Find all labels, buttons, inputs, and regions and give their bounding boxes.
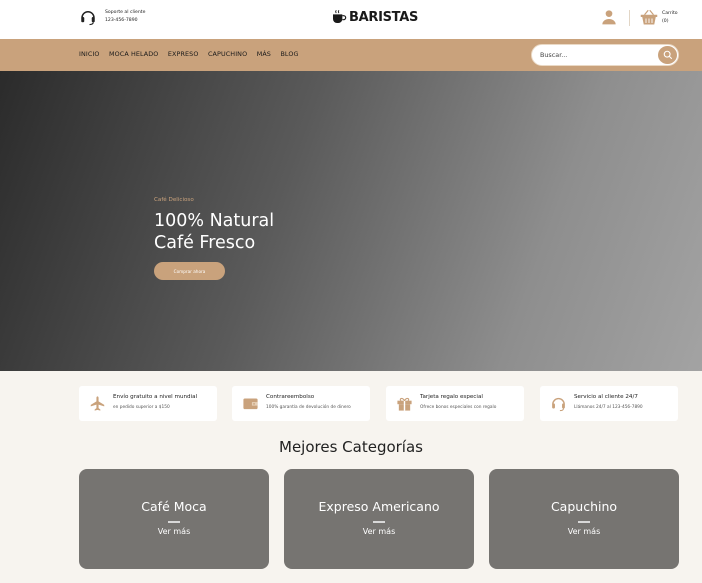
nav-item-inicio[interactable]: INICIO bbox=[79, 50, 100, 58]
category-name: Expreso Americano bbox=[318, 499, 440, 514]
brand-name: BARISTAS bbox=[349, 9, 419, 25]
wallet-icon bbox=[243, 398, 258, 410]
feature-title: Servicio al cliente 24/7 bbox=[574, 394, 638, 400]
category-see-more-link[interactable]: Ver más bbox=[79, 527, 269, 536]
support-label: Soporte al cliente bbox=[105, 10, 146, 15]
search-icon bbox=[663, 50, 672, 60]
category-divider bbox=[578, 521, 590, 523]
feature-cash-on-delivery: Contrareembolso 100% garantía de devoluc… bbox=[232, 386, 370, 421]
cart-link[interactable]: Carrito (0) bbox=[662, 10, 678, 26]
cart-count: (0) bbox=[662, 19, 669, 24]
category-divider bbox=[373, 521, 385, 523]
category-card-expreso-americano[interactable]: Expreso Americano Ver más bbox=[284, 469, 474, 569]
search-box bbox=[531, 44, 679, 66]
feature-subtitle: 100% garantía de devolución de dinero bbox=[266, 405, 351, 410]
feature-subtitle: Llámanos 24/7 al 123-456-7890 bbox=[574, 405, 643, 410]
main-nav: INICIO MOCA HELADO EXPRESO CAPUCHINO MÁS… bbox=[79, 50, 308, 58]
hero-banner: Café Delicioso 100% Natural Café Fresco … bbox=[0, 71, 702, 371]
gift-icon bbox=[397, 397, 412, 411]
search-input[interactable] bbox=[540, 49, 655, 61]
customer-support[interactable]: Soporte al cliente 123-456-7890 bbox=[79, 8, 145, 26]
category-card-cafe-moca[interactable]: Café Moca Ver más bbox=[79, 469, 269, 569]
category-see-more-link[interactable]: Ver más bbox=[489, 527, 679, 536]
category-see-more-link[interactable]: Ver más bbox=[284, 527, 474, 536]
feature-gift-card: Tarjeta regalo especial Ofrece bonos esp… bbox=[386, 386, 524, 421]
feature-subtitle: Ofrece bonos especiales con regalo bbox=[420, 405, 497, 410]
airplane-icon bbox=[90, 396, 105, 411]
category-card-capuchino[interactable]: Capuchino Ver más bbox=[489, 469, 679, 569]
feature-subtitle: en pedido superior a $150 bbox=[113, 405, 170, 410]
nav-item-mas[interactable]: MÁS bbox=[257, 50, 271, 58]
hero-title-line-1: 100% Natural bbox=[154, 211, 275, 231]
categories-heading: Mejores Categorías bbox=[279, 438, 423, 456]
brand-logo[interactable]: BARISTAS bbox=[331, 9, 418, 25]
category-name: Café Moca bbox=[141, 499, 207, 514]
category-name: Capuchino bbox=[550, 499, 618, 514]
feature-title: Contrareembolso bbox=[266, 394, 315, 400]
header-divider bbox=[629, 10, 630, 26]
nav-item-moca-helado[interactable]: MOCA HELADO bbox=[109, 50, 158, 58]
support-phone: 123-456-7890 bbox=[105, 18, 138, 23]
hero-title-line-2: Café Fresco bbox=[154, 233, 256, 253]
nav-item-capuchino[interactable]: CAPUCHINO bbox=[208, 50, 247, 58]
basket-icon[interactable] bbox=[640, 8, 658, 26]
nav-item-expreso[interactable]: EXPRESO bbox=[168, 50, 199, 58]
top-bar: Soporte al cliente 123-456-7890 BARISTAS… bbox=[0, 0, 702, 39]
feature-title: Tarjeta regalo especial bbox=[420, 394, 483, 400]
main-nav-bar: INICIO MOCA HELADO EXPRESO CAPUCHINO MÁS… bbox=[0, 39, 702, 71]
hero-title: 100% Natural Café Fresco bbox=[154, 210, 274, 254]
hero-kicker: Café Delicioso bbox=[154, 197, 194, 203]
feature-customer-service: Servicio al cliente 24/7 Llámanos 24/7 a… bbox=[540, 386, 678, 421]
coffee-cup-icon bbox=[333, 10, 347, 23]
feature-free-shipping: Envío gratuito a nivel mundial en pedido… bbox=[79, 386, 217, 421]
headset-icon bbox=[552, 397, 565, 412]
nav-item-blog[interactable]: BLOG bbox=[280, 50, 298, 58]
category-divider bbox=[168, 521, 180, 523]
headset-icon bbox=[81, 11, 95, 26]
search-button[interactable] bbox=[658, 46, 677, 64]
user-icon[interactable] bbox=[601, 9, 617, 25]
feature-title: Envío gratuito a nivel mundial bbox=[113, 394, 198, 400]
cart-label: Carrito bbox=[662, 11, 678, 16]
shop-now-button[interactable]: Comprar ahora bbox=[154, 262, 225, 280]
